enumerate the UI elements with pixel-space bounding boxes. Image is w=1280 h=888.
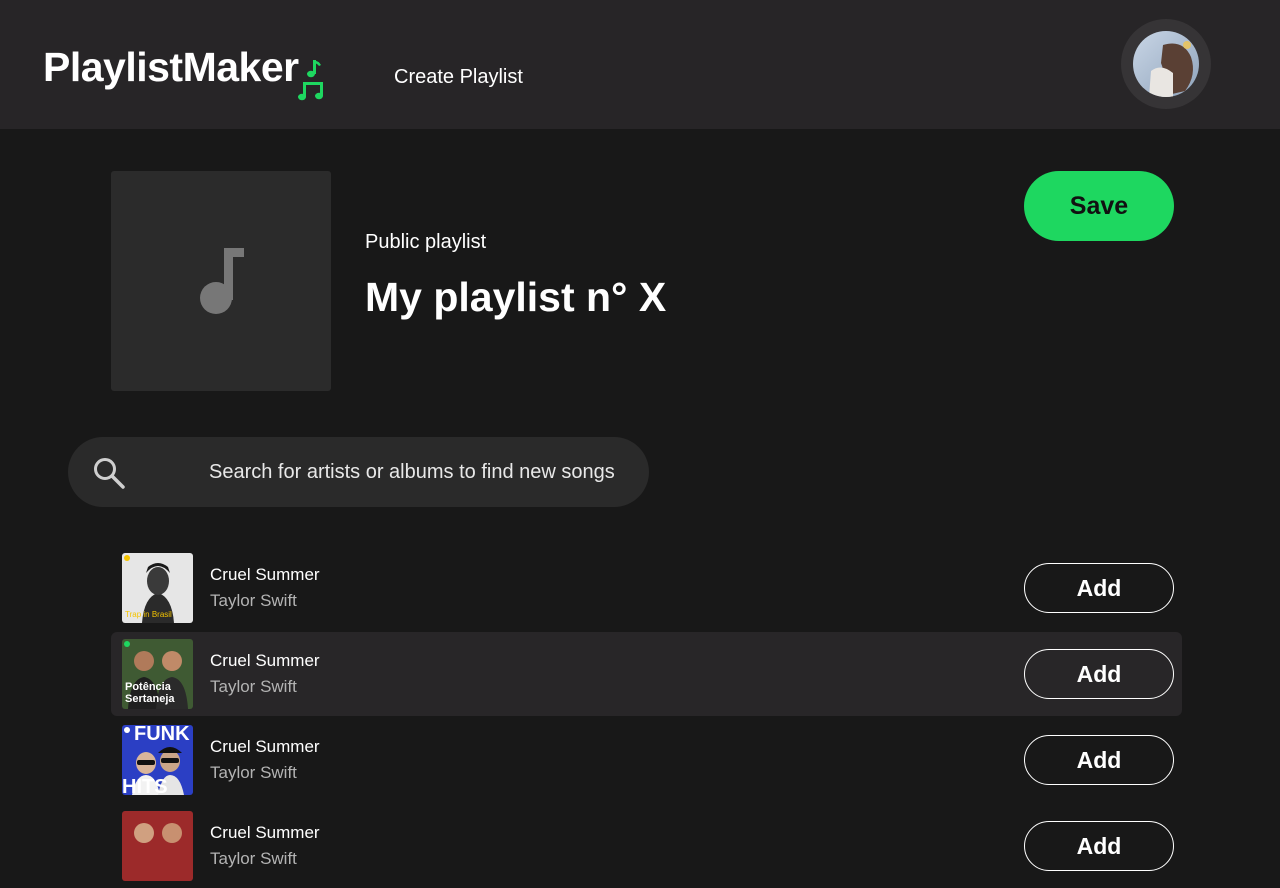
song-row[interactable]: Trap in Brasil Cruel Summer Taylor Swift… [111, 546, 1182, 630]
logo-text: PlaylistMaker [43, 44, 299, 90]
song-artist: Taylor Swift [210, 677, 297, 696]
add-song-button[interactable]: Add [1024, 563, 1174, 613]
add-song-button[interactable]: Add [1024, 735, 1174, 785]
avatar [1133, 31, 1199, 97]
song-cover [122, 811, 193, 881]
song-cover: FUNK HITS [122, 725, 193, 795]
song-cover: Potência Sertaneja [122, 639, 193, 709]
playlist-type-label: Public playlist [365, 231, 487, 253]
app-logo[interactable]: PlaylistMaker [43, 44, 299, 91]
song-cover: Trap in Brasil [122, 553, 193, 623]
song-title: Cruel Summer [210, 565, 320, 584]
song-artist: Taylor Swift [210, 849, 297, 868]
add-song-button[interactable]: Add [1024, 821, 1174, 871]
song-artist: Taylor Swift [210, 763, 297, 782]
playlist-cover-placeholder[interactable] [111, 171, 331, 391]
cover-text: Trap in Brasil [125, 610, 172, 619]
song-title: Cruel Summer [210, 823, 320, 842]
search-bar[interactable] [68, 437, 649, 507]
music-notes-icon [298, 60, 323, 101]
cover-text: HITS [122, 776, 168, 795]
playlist-title[interactable]: My playlist n° X [365, 274, 666, 321]
song-row[interactable]: Potência Sertaneja Cruel Summer Taylor S… [111, 632, 1182, 716]
top-bar: PlaylistMaker Create Playlist [0, 0, 1280, 129]
add-song-button[interactable]: Add [1024, 649, 1174, 699]
song-row[interactable]: Cruel Summer Taylor Swift Add [111, 804, 1182, 888]
cover-text: Sertaneja [125, 693, 175, 705]
nav-create-playlist[interactable]: Create Playlist [394, 66, 523, 89]
song-title: Cruel Summer [210, 737, 320, 756]
music-note-icon [200, 248, 244, 314]
song-title: Cruel Summer [210, 651, 320, 670]
search-icon [94, 458, 125, 489]
save-button[interactable]: Save [1024, 171, 1174, 241]
user-avatar-button[interactable] [1121, 19, 1211, 109]
cover-text: FUNK [134, 725, 190, 745]
cover-text: Potência [125, 681, 171, 693]
song-row[interactable]: FUNK HITS Cruel Summer Taylor Swift Add [111, 718, 1182, 802]
song-artist: Taylor Swift [210, 591, 297, 610]
search-input[interactable] [209, 457, 639, 487]
